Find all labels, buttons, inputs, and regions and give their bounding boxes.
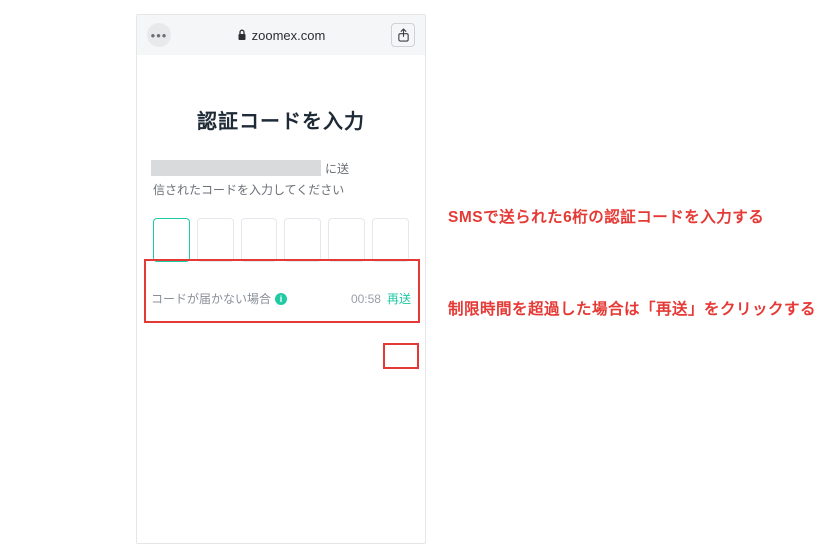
share-icon — [397, 28, 410, 43]
annotation-text-1: SMSで送られた6桁の認証コードを入力する — [448, 205, 808, 231]
resend-label: コードが届かない場合 — [151, 290, 271, 307]
annotation-text-2: 制限時間を超過した場合は「再送」をクリックする — [448, 297, 828, 323]
instruction-text: に送 — [151, 160, 411, 177]
address-bar[interactable]: zoomex.com — [179, 28, 383, 43]
code-digit-6[interactable] — [372, 218, 409, 262]
code-digit-5[interactable] — [328, 218, 365, 262]
info-icon[interactable]: i — [275, 293, 287, 305]
share-button[interactable] — [391, 23, 415, 47]
page-title: 認証コードを入力 — [151, 105, 411, 134]
resend-row: コードが届かない場合 i 00:58 再送 — [151, 290, 411, 307]
page-content: 認証コードを入力 に送 信されたコードを入力してください コードが届かない場合 … — [137, 55, 425, 543]
browser-toolbar: ••• zoomex.com — [137, 15, 425, 55]
redacted-phone — [151, 160, 321, 176]
countdown-timer: 00:58 — [351, 292, 381, 306]
code-digit-2[interactable] — [197, 218, 234, 262]
instruction-line2: 信されたコードを入力してください — [151, 181, 411, 198]
code-digit-1[interactable] — [153, 218, 190, 262]
code-digit-4[interactable] — [284, 218, 321, 262]
resend-link[interactable]: 再送 — [387, 290, 411, 307]
resend-label-group: コードが届かない場合 i — [151, 290, 351, 307]
code-digit-3[interactable] — [241, 218, 278, 262]
code-input-group — [151, 216, 411, 264]
annotation-box-resend — [383, 343, 419, 369]
more-icon[interactable]: ••• — [147, 23, 171, 47]
lock-icon — [237, 29, 247, 41]
instruction-tail: に送 — [321, 160, 411, 177]
url-text: zoomex.com — [252, 28, 326, 43]
mobile-browser-frame: ••• zoomex.com 認証コードを入力 に送 信されたコードを入力してく… — [136, 14, 426, 544]
